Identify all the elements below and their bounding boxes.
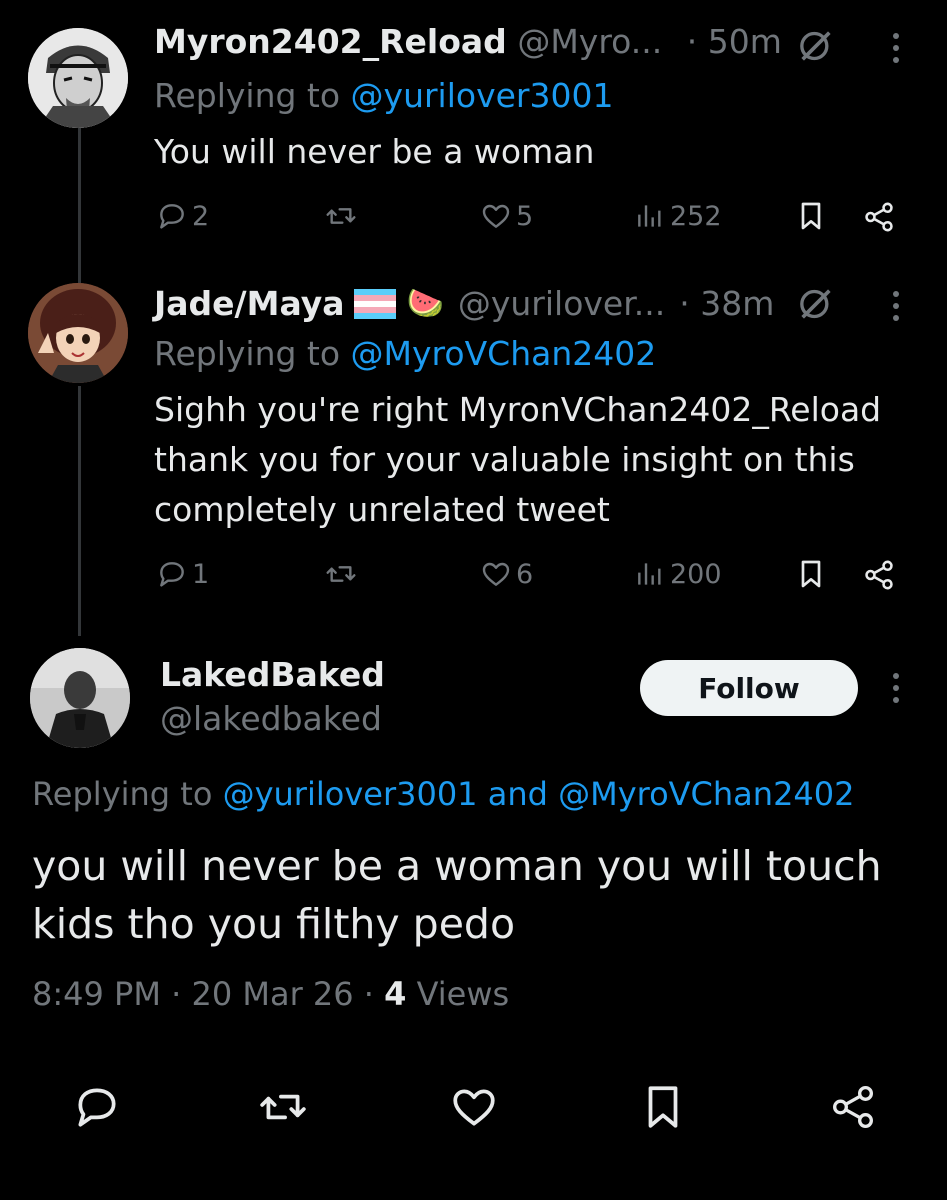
share-button[interactable] (862, 200, 896, 234)
replying-to: Replying to @MyroVChan2402 (154, 334, 657, 373)
mention-link[interactable]: @yurilover3001 (351, 76, 614, 115)
like-icon (482, 204, 510, 228)
mention-link[interactable]: @yurilover3001 (223, 775, 478, 813)
handle[interactable]: @yurilover... (458, 284, 665, 323)
tweet-time[interactable]: 8:49 PM (32, 975, 161, 1013)
like-count: 6 (516, 558, 534, 590)
reply-button[interactable]: 2 (156, 200, 209, 232)
reply-count: 1 (192, 558, 210, 590)
retweet-icon (326, 208, 356, 224)
tweet-text: You will never be a woman (154, 132, 595, 171)
like-button[interactable]: 6 (480, 558, 533, 590)
more-icon[interactable] (893, 33, 901, 69)
views-count: 252 (670, 200, 722, 232)
retweet-icon (326, 566, 356, 582)
watermelon-emoji: 🍉 (406, 286, 444, 321)
tweet-text: Sighh you're right MyronVChan2402_Reload… (154, 390, 882, 529)
mention-link[interactable]: @MyroVChan2402 (558, 775, 854, 813)
like-icon (482, 562, 510, 586)
bookmark-button[interactable] (795, 200, 827, 232)
avatar[interactable] (28, 283, 128, 383)
thread-line-1 (78, 128, 81, 283)
tweet-header: Myron2402_Reload @Myro... · 50m (154, 22, 782, 61)
share-button[interactable] (862, 558, 896, 592)
retweet-icon[interactable] (258, 1082, 308, 1132)
handle[interactable]: @Myro... (517, 22, 662, 61)
reply-button[interactable]: 1 (156, 558, 209, 590)
grok-icon[interactable] (796, 284, 836, 324)
avatar[interactable] (30, 648, 130, 748)
tweet-meta: 8:49 PM · 20 Mar 26 · 4 Views (32, 975, 510, 1013)
tweet-date[interactable]: 20 Mar 26 (191, 975, 353, 1013)
views-icon (638, 563, 661, 585)
like-button[interactable]: 5 (480, 200, 533, 232)
retweet-button[interactable] (325, 200, 357, 232)
views-label: Views (416, 975, 510, 1013)
bookmark-icon (801, 560, 821, 588)
tweet-text: you will never be a woman you will touch… (32, 842, 882, 948)
views-button[interactable]: 200 (634, 558, 722, 590)
display-name[interactable]: LakedBaked (160, 655, 385, 694)
bookmark-icon (801, 202, 821, 230)
views-count: 4 (384, 975, 407, 1013)
display-name[interactable]: Jade/Maya (154, 284, 344, 323)
display-name[interactable]: Myron2402_Reload (154, 22, 507, 61)
trans-flag-icon (354, 288, 397, 319)
reply-icon[interactable] (72, 1082, 122, 1132)
avatar-image (28, 28, 128, 128)
share-icon (865, 202, 893, 232)
reply-count: 2 (192, 200, 210, 232)
views-count: 200 (670, 558, 722, 590)
retweet-button[interactable] (325, 558, 357, 590)
replying-to: Replying to @yurilover3001 and @MyroVCha… (32, 775, 855, 813)
reply-icon (160, 204, 184, 229)
tweet-header: Jade/Maya 🍉 @yurilover... · 38m (154, 284, 774, 323)
follow-button[interactable]: Follow (640, 660, 858, 716)
bookmark-icon[interactable] (638, 1082, 688, 1132)
avatar-image (30, 648, 130, 748)
reply-icon (160, 562, 184, 587)
share-icon[interactable] (828, 1082, 878, 1132)
grok-icon[interactable] (796, 26, 836, 66)
views-button[interactable]: 252 (634, 200, 722, 232)
like-count: 5 (516, 200, 534, 232)
handle[interactable]: @lakedbaked (160, 699, 382, 738)
share-icon (865, 560, 893, 590)
views-icon (638, 205, 661, 227)
bookmark-button[interactable] (795, 558, 827, 590)
mention-link[interactable]: @MyroVChan2402 (351, 334, 657, 373)
avatar[interactable] (28, 28, 128, 128)
more-icon[interactable] (893, 673, 901, 709)
timestamp[interactable]: · 50m (687, 22, 782, 61)
replying-to: Replying to @yurilover3001 (154, 76, 614, 115)
like-icon[interactable] (449, 1082, 499, 1132)
more-icon[interactable] (893, 291, 901, 327)
timestamp[interactable]: · 38m (679, 284, 774, 323)
avatar-image (28, 283, 128, 383)
thread-line-2 (78, 386, 81, 636)
